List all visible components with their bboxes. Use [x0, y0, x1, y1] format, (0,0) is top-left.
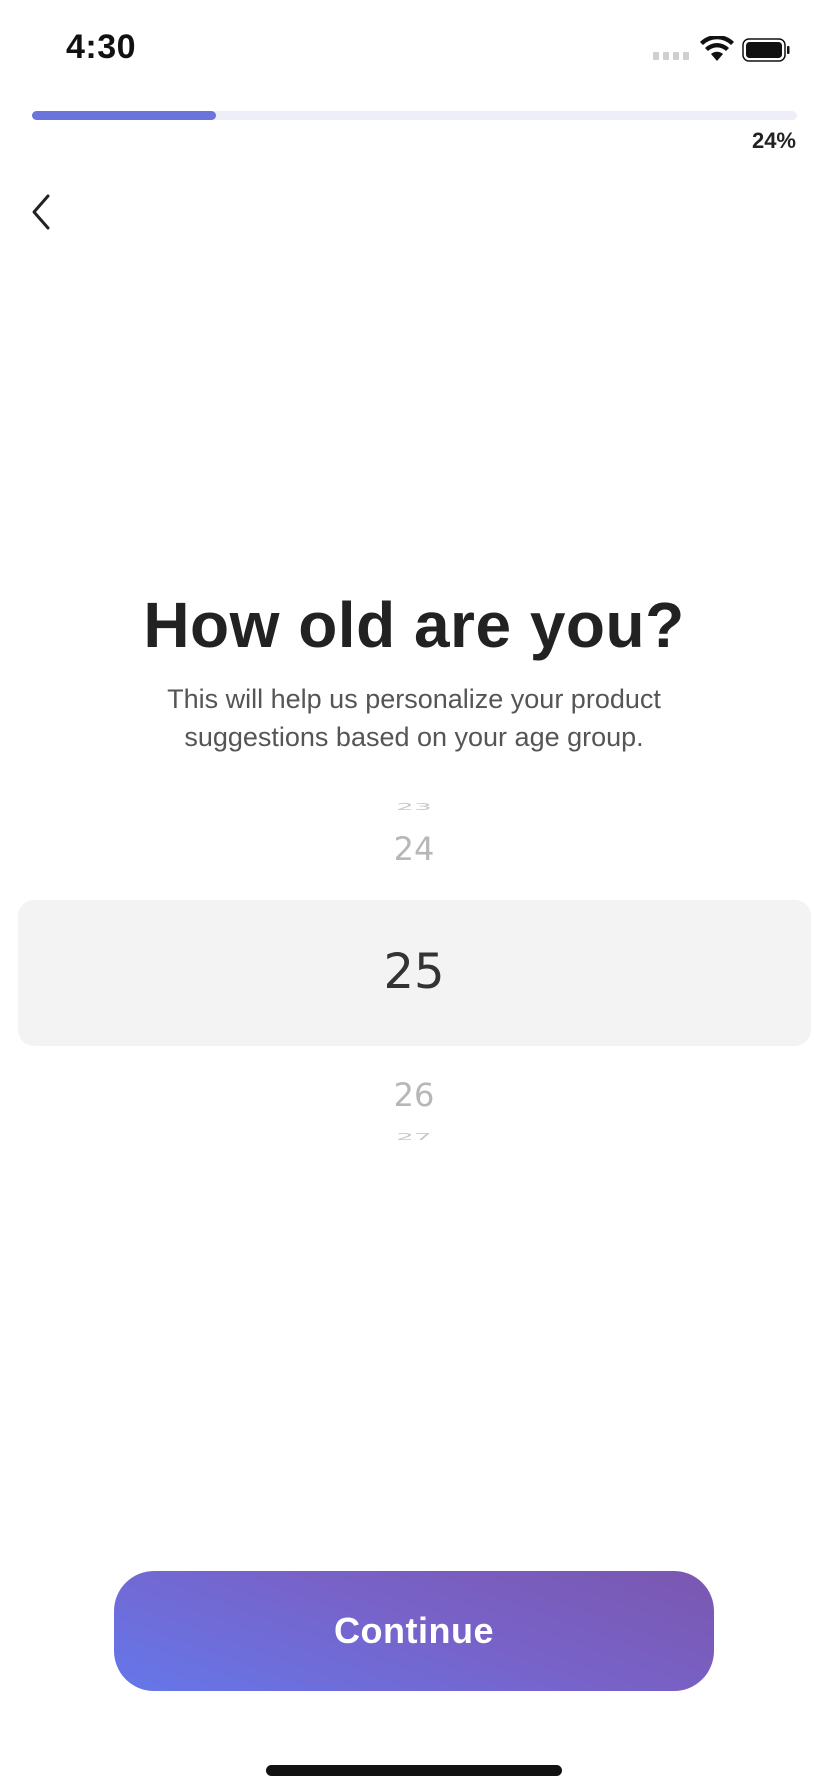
picker-option[interactable]: 26: [0, 1076, 828, 1114]
chevron-left-icon: [32, 194, 50, 230]
battery-icon: [742, 38, 790, 62]
signal-dots-icon: [653, 52, 689, 60]
status-time: 4:30: [66, 28, 137, 66]
page-title: How old are you?: [143, 589, 685, 661]
continue-button[interactable]: Continue: [114, 1571, 714, 1691]
picker-option[interactable]: 27: [0, 1131, 828, 1143]
page-subtitle: This will help us personalize your produ…: [167, 684, 661, 752]
back-button[interactable]: [22, 186, 62, 238]
picker-option-selected[interactable]: 25: [0, 944, 828, 1000]
progress-percent: 24%: [751, 128, 796, 153]
wifi-icon: [700, 36, 734, 61]
picker-option[interactable]: 24: [0, 830, 828, 868]
progress-bar-fill: [32, 111, 216, 120]
progress-bar: [32, 111, 797, 120]
age-picker[interactable]: 23 24 25 26 27: [0, 790, 828, 1150]
picker-option[interactable]: 23: [0, 801, 828, 813]
status-bar: 4:30: [0, 0, 828, 100]
home-indicator: [266, 1765, 562, 1776]
